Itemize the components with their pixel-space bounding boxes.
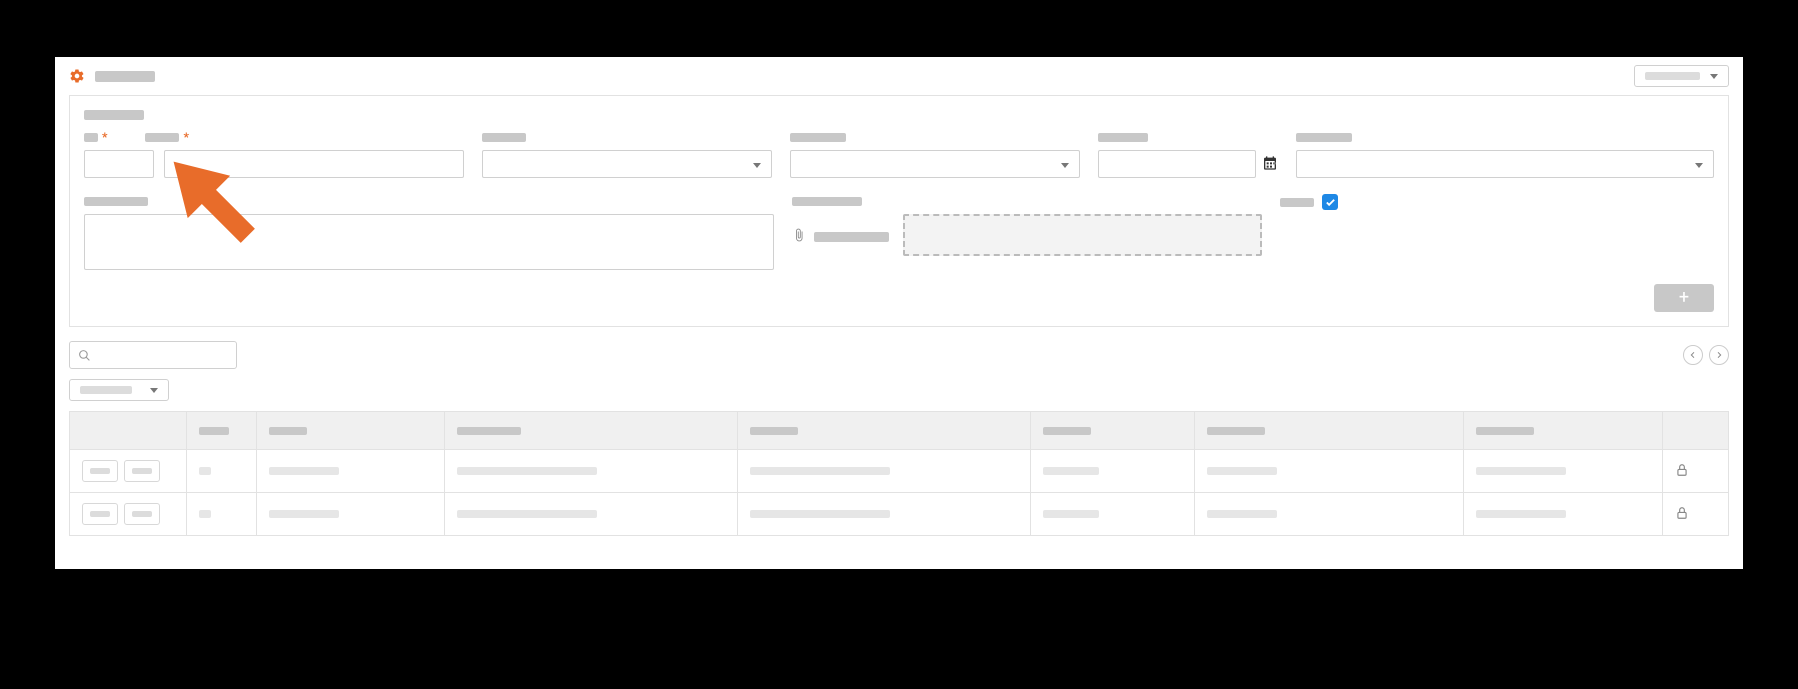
- chevron-down-icon: [1710, 74, 1718, 79]
- col-actions: [70, 412, 187, 450]
- page-header: [55, 57, 1743, 95]
- page-title: [95, 71, 155, 82]
- chevron-down-icon: [150, 388, 158, 393]
- cell: [187, 450, 257, 493]
- field-5: [1296, 130, 1714, 178]
- add-button[interactable]: +: [1654, 284, 1714, 312]
- gear-icon[interactable]: [69, 68, 85, 84]
- attachment-file-label: [814, 232, 889, 242]
- cell: [1194, 493, 1463, 536]
- table-row: [70, 493, 1729, 536]
- field-3: [790, 130, 1080, 178]
- field-3-select[interactable]: [790, 150, 1080, 178]
- field-4-input[interactable]: [1098, 150, 1256, 178]
- cell: [1464, 450, 1663, 493]
- search-icon: [78, 349, 91, 362]
- pager-prev[interactable]: [1683, 345, 1703, 365]
- row-action-2[interactable]: [124, 460, 160, 482]
- header-dropdown[interactable]: [1634, 65, 1729, 87]
- cell: [1464, 493, 1663, 536]
- pager: [1683, 345, 1729, 365]
- cell: [444, 450, 737, 493]
- lock-icon: [1675, 463, 1689, 477]
- row-action-1[interactable]: [82, 460, 118, 482]
- chevron-right-icon: [1715, 351, 1723, 359]
- list-toolbar: [69, 341, 1729, 369]
- file-dropzone[interactable]: [903, 214, 1262, 256]
- active-checkbox[interactable]: [1322, 194, 1338, 210]
- cell: [1030, 450, 1194, 493]
- cell: [1030, 493, 1194, 536]
- app-frame: * *: [55, 57, 1743, 569]
- form-panel: * *: [69, 95, 1729, 327]
- checkbox-label: [1280, 198, 1314, 207]
- checkbox-field: [1280, 194, 1714, 210]
- col-2[interactable]: [257, 412, 444, 450]
- field-4-label: [1098, 133, 1148, 142]
- lock-icon: [1675, 506, 1689, 520]
- field-4: [1098, 130, 1278, 178]
- lock-cell: [1663, 450, 1729, 493]
- chevron-down-icon: [1695, 163, 1703, 168]
- col-lock: [1663, 412, 1729, 450]
- attachment-label: [792, 197, 862, 206]
- field-1b-label: [145, 133, 179, 142]
- plus-icon: +: [1679, 289, 1689, 307]
- field-5-label: [1296, 133, 1352, 142]
- col-7[interactable]: [1464, 412, 1663, 450]
- col-1[interactable]: [187, 412, 257, 450]
- cell: [1194, 450, 1463, 493]
- header-dropdown-value: [1645, 72, 1700, 80]
- chevron-down-icon: [753, 163, 761, 168]
- search-value: [97, 349, 228, 361]
- chevron-down-icon: [1061, 163, 1069, 168]
- table-header-row: [70, 412, 1729, 450]
- cell: [737, 450, 1030, 493]
- field-1b-input[interactable]: [164, 150, 464, 178]
- field-1a-label: [84, 133, 98, 142]
- field-3-label: [790, 133, 846, 142]
- field-1a-input[interactable]: [84, 150, 154, 178]
- search-input[interactable]: [69, 341, 237, 369]
- lock-cell: [1663, 493, 1729, 536]
- pager-next[interactable]: [1709, 345, 1729, 365]
- cell: [257, 450, 444, 493]
- description-textarea[interactable]: [84, 214, 774, 270]
- attachment-field: [792, 194, 1262, 256]
- field-2-label: [482, 133, 526, 142]
- col-3[interactable]: [444, 412, 737, 450]
- cell: [737, 493, 1030, 536]
- required-marker: *: [102, 133, 107, 142]
- col-6[interactable]: [1194, 412, 1463, 450]
- data-table: [69, 411, 1729, 536]
- chevron-left-icon: [1689, 351, 1697, 359]
- description-field: [84, 194, 774, 270]
- col-5[interactable]: [1030, 412, 1194, 450]
- field-1: * *: [84, 130, 464, 178]
- col-4[interactable]: [737, 412, 1030, 450]
- form-section-label: [84, 110, 144, 120]
- paperclip-icon: [792, 228, 806, 245]
- field-2-select[interactable]: [482, 150, 772, 178]
- table-row: [70, 450, 1729, 493]
- row-action-1[interactable]: [82, 503, 118, 525]
- cell: [187, 493, 257, 536]
- filter-dropdown[interactable]: [69, 379, 169, 401]
- calendar-icon[interactable]: [1262, 155, 1278, 174]
- field-2: [482, 130, 772, 178]
- description-label: [84, 197, 148, 206]
- field-5-select[interactable]: [1296, 150, 1714, 178]
- cell: [444, 493, 737, 536]
- row-action-2[interactable]: [124, 503, 160, 525]
- filter-value: [80, 386, 132, 394]
- required-marker: *: [183, 133, 188, 142]
- cell: [257, 493, 444, 536]
